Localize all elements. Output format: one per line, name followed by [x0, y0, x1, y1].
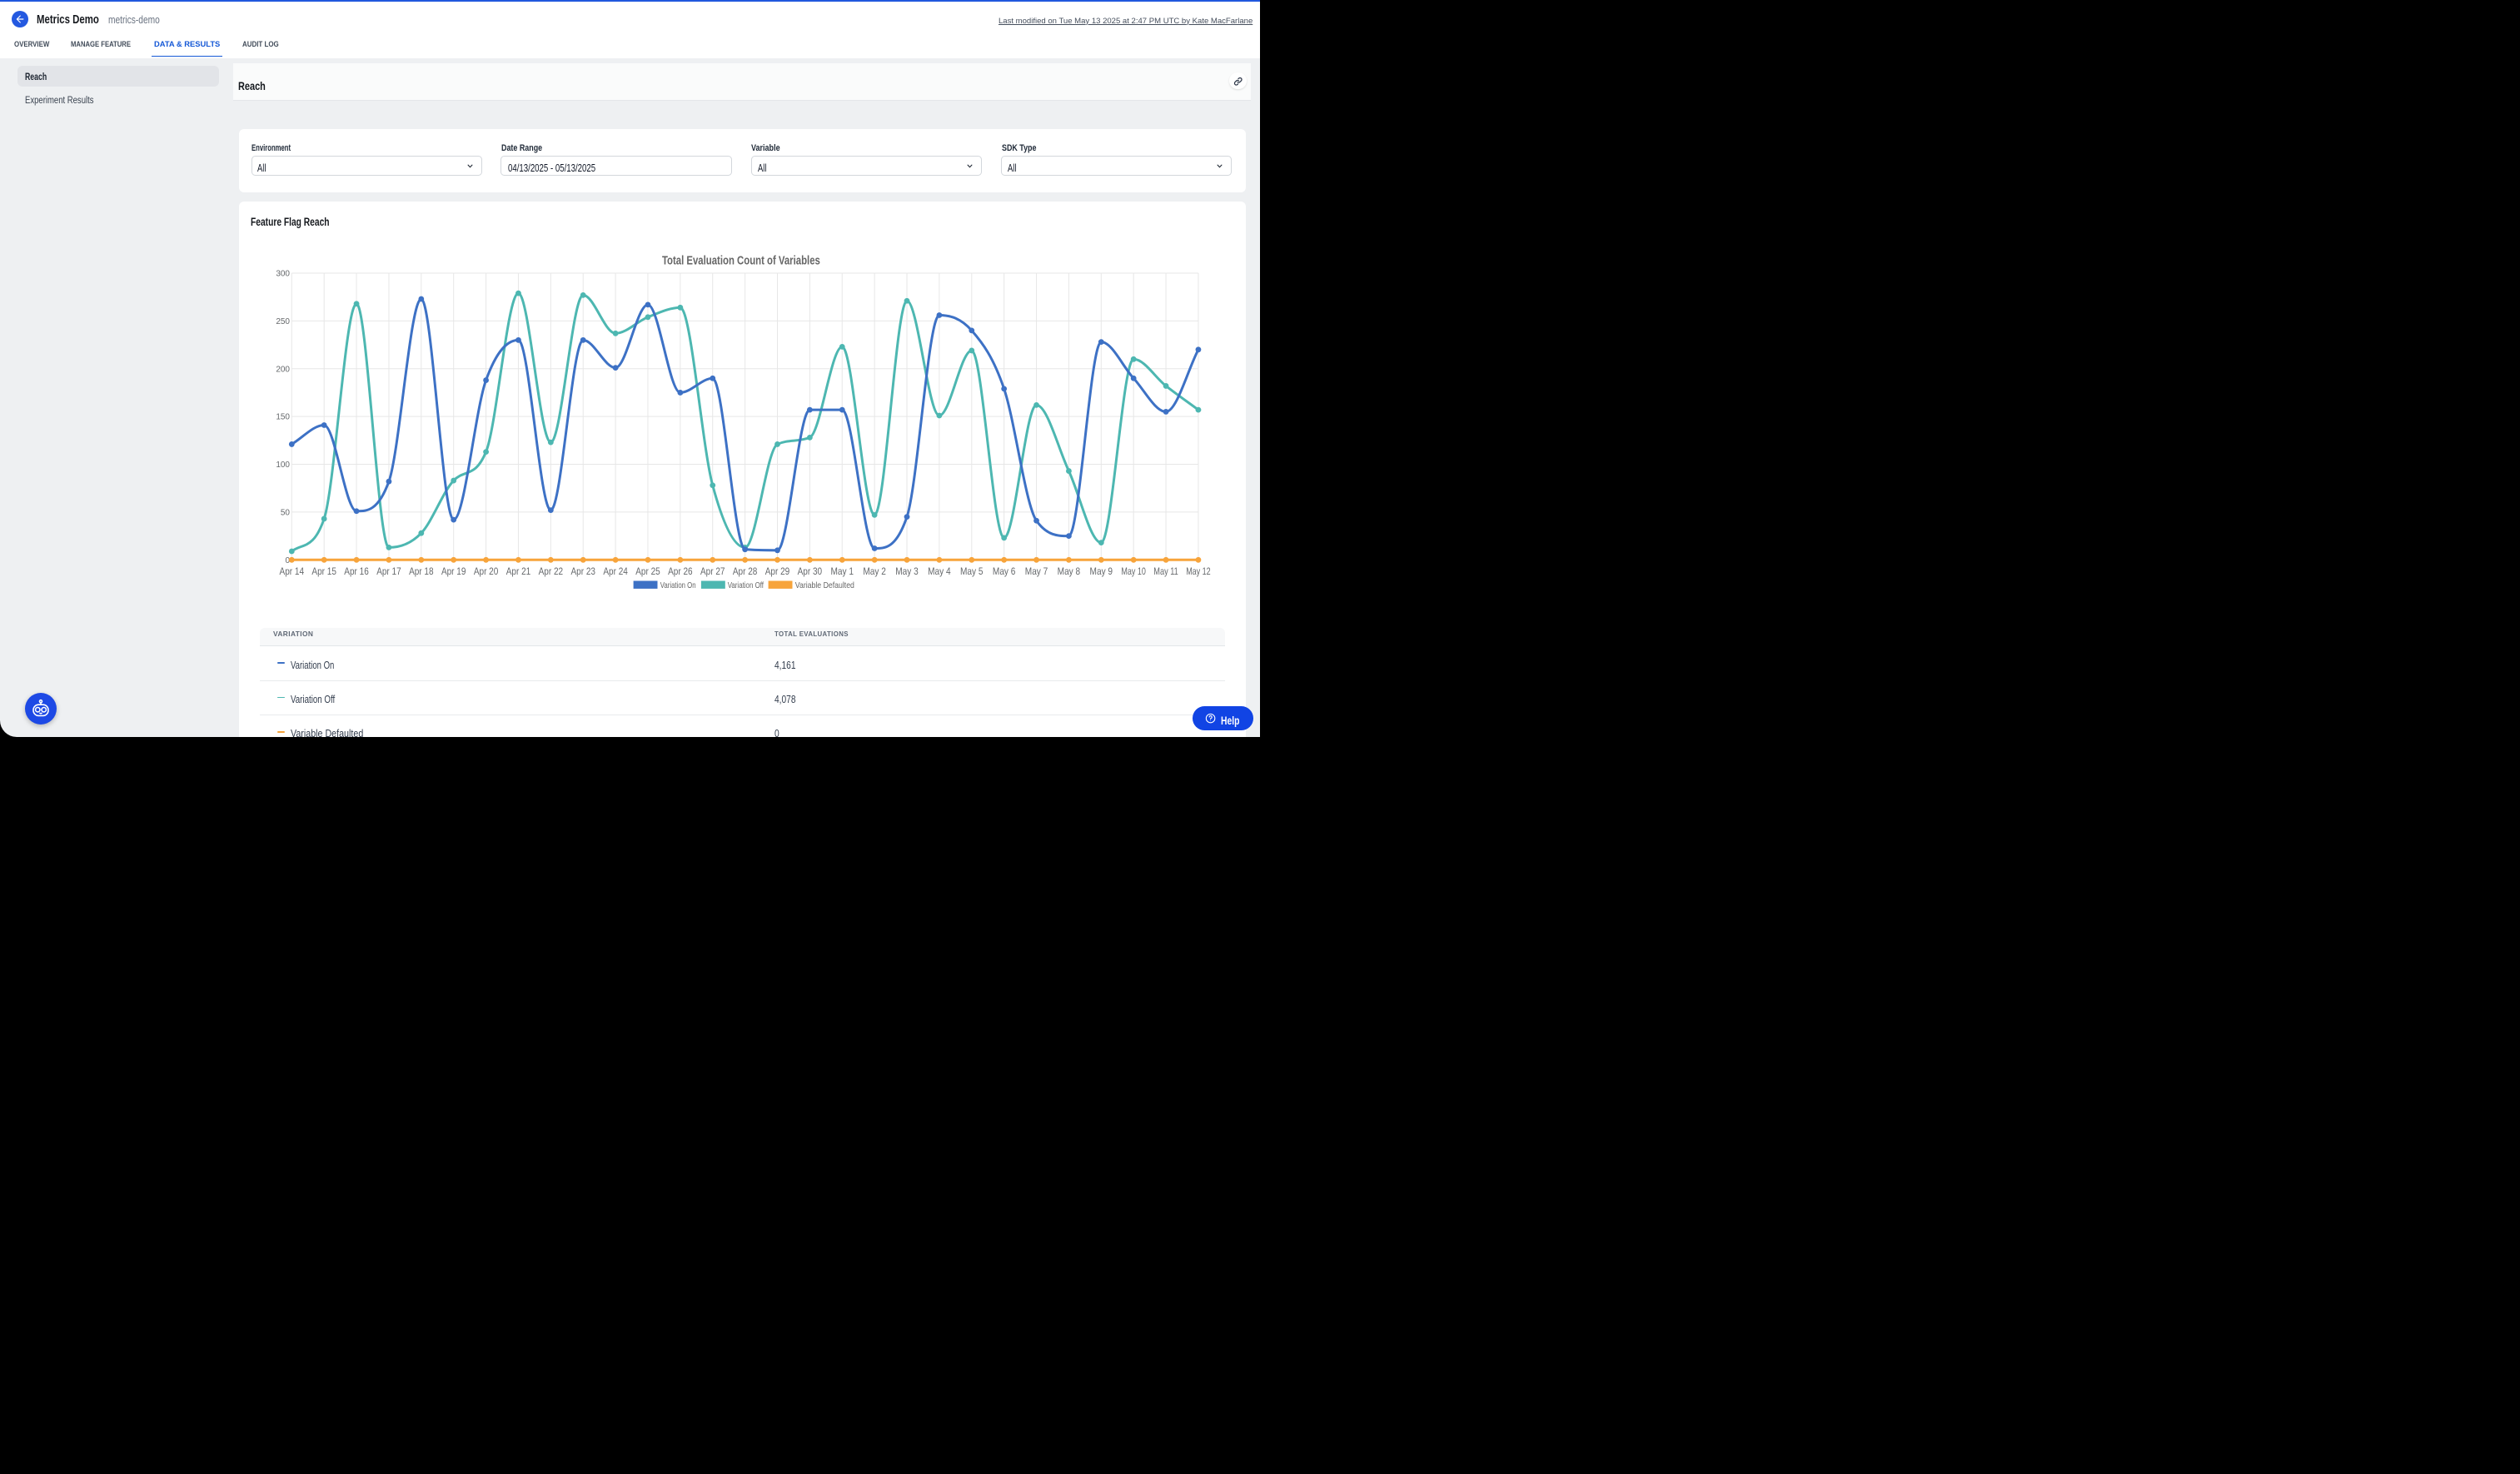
- svg-text:May 11: May 11: [1153, 565, 1178, 577]
- svg-text:Apr 29: Apr 29: [765, 565, 790, 577]
- svg-text:Apr 22: Apr 22: [539, 565, 564, 577]
- svg-text:Apr 21: Apr 21: [506, 565, 531, 577]
- svg-text:May 2: May 2: [863, 565, 886, 577]
- svg-text:Apr 28: Apr 28: [733, 565, 758, 577]
- svg-text:100: 100: [276, 461, 290, 470]
- svg-text:300: 300: [276, 270, 290, 279]
- svg-text:May 1: May 1: [831, 565, 854, 577]
- svg-text:May 12: May 12: [1186, 565, 1211, 577]
- svg-text:Apr 18: Apr 18: [409, 565, 434, 577]
- svg-text:50: 50: [281, 508, 291, 517]
- svg-text:May 7: May 7: [1025, 565, 1048, 577]
- svg-text:Variation Off: Variation Off: [728, 581, 764, 590]
- svg-text:150: 150: [276, 413, 290, 422]
- svg-text:Variable Defaulted: Variable Defaulted: [795, 581, 854, 590]
- svg-text:Apr 14: Apr 14: [280, 565, 305, 577]
- svg-text:May 10: May 10: [1121, 565, 1146, 577]
- svg-text:May 9: May 9: [1090, 565, 1113, 577]
- svg-text:May 4: May 4: [928, 565, 951, 577]
- svg-text:Apr 30: Apr 30: [798, 565, 823, 577]
- svg-text:Apr 16: Apr 16: [344, 565, 369, 577]
- svg-text:Apr 24: Apr 24: [603, 565, 628, 577]
- svg-text:Apr 17: Apr 17: [376, 565, 401, 577]
- svg-text:May 5: May 5: [960, 565, 984, 577]
- svg-text:Variation On: Variation On: [660, 581, 696, 590]
- svg-text:250: 250: [276, 317, 290, 326]
- svg-text:May 6: May 6: [993, 565, 1016, 577]
- svg-text:Apr 25: Apr 25: [635, 565, 660, 577]
- svg-text:Apr 26: Apr 26: [668, 565, 693, 577]
- svg-text:May 3: May 3: [895, 565, 919, 577]
- svg-text:Apr 27: Apr 27: [700, 565, 725, 577]
- svg-text:200: 200: [276, 365, 290, 374]
- svg-text:Total Evaluation Count of Vari: Total Evaluation Count of Variables: [662, 254, 820, 268]
- svg-text:Apr 19: Apr 19: [441, 565, 466, 577]
- svg-text:Apr 15: Apr 15: [311, 565, 336, 577]
- svg-text:Apr 23: Apr 23: [570, 565, 595, 577]
- svg-text:Apr 20: Apr 20: [474, 565, 499, 577]
- svg-text:May 8: May 8: [1058, 565, 1081, 577]
